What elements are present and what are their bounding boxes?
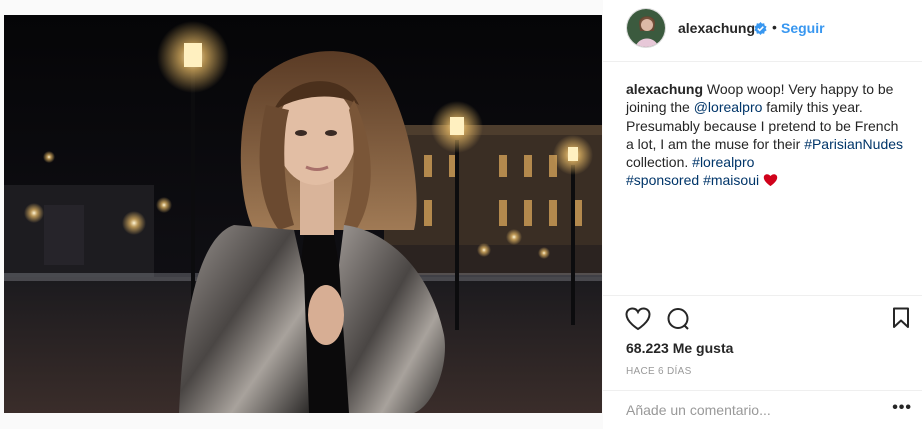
avatar-image xyxy=(627,9,665,47)
avatar[interactable] xyxy=(626,8,666,48)
mention-lorealpro[interactable]: @lorealpro xyxy=(694,99,763,115)
comment-bar: ••• xyxy=(603,390,922,429)
follow-button[interactable]: Seguir xyxy=(781,20,825,36)
like-button[interactable] xyxy=(625,307,651,336)
post-author-username[interactable]: alexachung xyxy=(678,20,755,36)
comment-input[interactable] xyxy=(626,402,876,418)
comment-button[interactable] xyxy=(666,307,690,336)
verified-badge-icon xyxy=(754,22,767,35)
post-photo[interactable] xyxy=(4,15,602,413)
post-side-panel: alexachung • Seguir alexachung Woop woop… xyxy=(603,0,922,429)
more-options-button[interactable]: ••• xyxy=(892,400,912,416)
hashtag-lorealpro[interactable]: #lorealpro xyxy=(692,154,754,170)
header-separator: • xyxy=(772,19,777,35)
hashtag-sponsored[interactable]: #sponsored xyxy=(626,172,699,188)
speech-bubble-icon xyxy=(667,308,689,330)
post-header: alexachung • Seguir xyxy=(603,0,922,62)
bookmark-icon xyxy=(893,307,909,328)
post-caption: alexachung Woop woop! Very happy to be j… xyxy=(626,80,910,192)
post-actions xyxy=(603,295,922,335)
hashtag-maisoui[interactable]: #maisoui xyxy=(703,172,759,188)
caption-username[interactable]: alexachung xyxy=(626,81,703,97)
post-timestamp[interactable]: HACE 6 DÍAS xyxy=(626,366,692,377)
save-button[interactable] xyxy=(892,307,910,334)
caption-text-3: collection. xyxy=(626,154,693,171)
likes-count[interactable]: 68.223 Me gusta xyxy=(626,340,733,356)
hashtag-parisiannudes[interactable]: #ParisianNudes xyxy=(804,136,903,152)
heart-outline-icon xyxy=(625,307,651,331)
post-photo-illustration xyxy=(4,15,602,413)
red-heart-emoji-icon xyxy=(763,173,778,191)
